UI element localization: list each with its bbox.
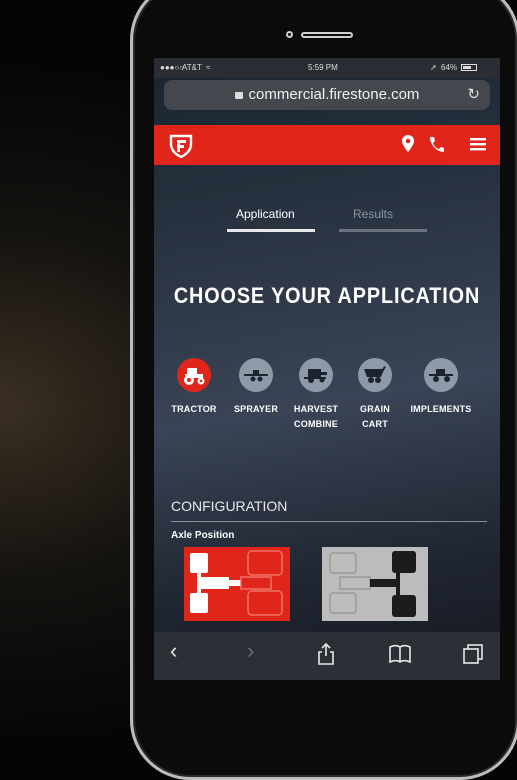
share-icon[interactable] [316,642,336,666]
reload-icon[interactable]: ↻ [467,80,480,110]
implements-icon [424,358,458,392]
step-tabs: Application Results [154,207,500,237]
harvest-combine-icon [299,358,333,392]
status-time: 5:59 PM [308,63,338,72]
signal-icon: ●●●○○ [160,63,185,72]
tab-results-underline [339,229,427,232]
configuration-divider [171,521,487,522]
page-title: CHOOSE YOUR APPLICATION [173,283,481,308]
phone-screen: ●●●○○ AT&T ≈ 5:59 PM ➚ 64% commercial.fi… [154,58,500,680]
battery-percent: 64% [441,63,458,72]
axle-option-rear[interactable] [322,547,428,621]
app-label: IMPLEMENTS [410,404,472,414]
tab-results[interactable]: Results [353,207,393,221]
tab-application-underline [227,229,315,232]
firestone-logo[interactable] [168,132,194,158]
grain-cart-icon [358,358,392,392]
wifi-icon: ≈ [206,63,211,72]
sprayer-icon [239,358,273,392]
app-sprayer[interactable]: SPRAYER [224,358,288,417]
location-arrow-icon: ➚ [430,63,437,72]
tractor-icon [177,358,211,392]
app-label: HARVEST COMBINE [293,404,339,429]
url-text: commercial.firestone.com [248,86,420,103]
app-label: TRACTOR [171,404,217,414]
axle-position-label: Axle Position [171,530,235,541]
earpiece-speaker [301,32,353,38]
browser-toolbar: ‹ › [154,632,500,680]
configuration-title: CONFIGURATION [171,498,288,514]
app-harvest-combine[interactable]: HARVEST COMBINE [284,358,348,432]
back-icon[interactable]: ‹ [170,638,177,664]
front-camera [286,31,293,38]
forward-icon[interactable]: › [247,638,254,664]
address-bar[interactable]: commercial.firestone.com ↻ [164,80,490,110]
status-bar: ●●●○○ AT&T ≈ 5:59 PM ➚ 64% [154,58,500,78]
app-implements[interactable]: IMPLEMENTS [409,358,473,417]
front-axle-icon [190,550,283,616]
battery-icon [461,64,477,71]
location-pin-icon[interactable] [401,134,415,154]
carrier-label: AT&T [182,63,202,72]
rear-axle-icon [329,551,416,617]
app-grain-cart[interactable]: GRAIN CART [343,358,407,432]
app-label: GRAIN CART [360,404,390,429]
app-tractor[interactable]: TRACTOR [162,358,226,417]
lock-icon [234,91,243,99]
site-header [154,125,500,165]
app-label: SPRAYER [233,404,279,414]
hamburger-menu-icon[interactable] [469,134,487,154]
tab-application[interactable]: Application [236,207,295,221]
tabs-icon[interactable] [462,642,484,666]
phone-icon[interactable] [427,134,445,154]
bookmarks-icon[interactable] [388,642,412,666]
axle-option-front[interactable] [184,547,290,621]
